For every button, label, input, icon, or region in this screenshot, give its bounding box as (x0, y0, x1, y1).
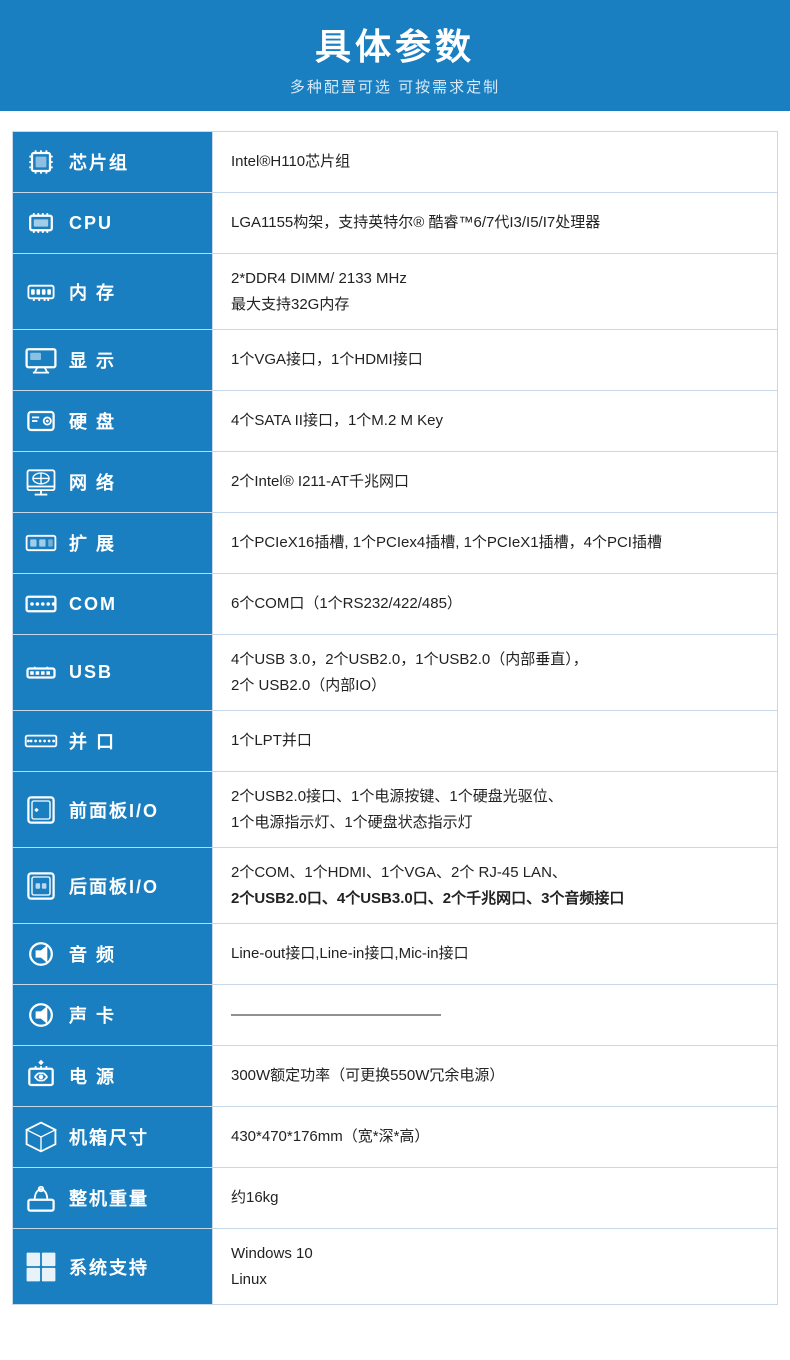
table-row: 系统支持 Windows 10Linux (13, 1229, 778, 1305)
table-row: CPU LGA1155构架，支持英特尔® 酷睿™6/7代I3/I5/I7处理器 (13, 193, 778, 254)
label-text-power: 电 源 (69, 1063, 116, 1089)
table-row: 显 示 1个VGA接口，1个HDMI接口 (13, 330, 778, 391)
value-cell-chassis: 430*470*176mm（宽*深*高） (213, 1107, 778, 1168)
table-row: 并 口 1个LPT并口 (13, 711, 778, 772)
table-row: 电 源 300W额定功率（可更换550W冗余电源） (13, 1046, 778, 1107)
label-cell-sound-card: 声 卡 (13, 985, 213, 1046)
value-cell-chipset: Intel®H110芯片组 (213, 132, 778, 193)
specs-table: 芯片组 Intel®H110芯片组 CPU LGA1155构架，支持英特尔® 酷睿™6… (12, 131, 778, 1305)
value-cell-weight: 约16kg (213, 1168, 778, 1229)
label-text-audio: 音 频 (69, 941, 116, 967)
com-icon (21, 584, 61, 624)
label-text-sound-card: 声 卡 (69, 1002, 116, 1028)
specs-table-wrap: 芯片组 Intel®H110芯片组 CPU LGA1155构架，支持英特尔® 酷睿™6… (0, 111, 790, 1325)
table-row: 后面板I/O 2个COM、1个HDMI、1个VGA、2个 RJ-45 LAN、2个… (13, 848, 778, 924)
label-cell-memory: 内 存 (13, 254, 213, 330)
label-cell-power: 电 源 (13, 1046, 213, 1107)
os-icon (21, 1247, 61, 1287)
chassis-icon (21, 1117, 61, 1157)
label-text-cpu: CPU (69, 213, 113, 234)
value-cell-expansion: 1个PCIeX16插槽, 1个PCIex4插槽, 1个PCIeX1插槽，4个PC… (213, 513, 778, 574)
display-icon (21, 340, 61, 380)
label-text-rear-io: 后面板I/O (69, 873, 159, 899)
weight-icon (21, 1178, 61, 1218)
label-text-network: 网 络 (69, 469, 116, 495)
front-io-icon (21, 790, 61, 830)
value-cell-audio: Line-out接口,Line-in接口,Mic-in接口 (213, 924, 778, 985)
label-cell-chassis: 机箱尺寸 (13, 1107, 213, 1168)
value-cell-cpu: LGA1155构架，支持英特尔® 酷睿™6/7代I3/I5/I7处理器 (213, 193, 778, 254)
value-cell-com: 6个COM口（1个RS232/422/485） (213, 574, 778, 635)
rear-io-icon (21, 866, 61, 906)
label-cell-front-io: 前面板I/O (13, 772, 213, 848)
table-row: 芯片组 Intel®H110芯片组 (13, 132, 778, 193)
value-cell-hdd: 4个SATA II接口，1个M.2 M Key (213, 391, 778, 452)
label-text-front-io: 前面板I/O (69, 797, 159, 823)
table-row: 硬 盘 4个SATA II接口，1个M.2 M Key (13, 391, 778, 452)
label-text-parallel: 并 口 (69, 728, 116, 754)
table-row: 声 卡 —————————————— (13, 985, 778, 1046)
value-cell-power: 300W额定功率（可更换550W冗余电源） (213, 1046, 778, 1107)
header: 具体参数 多种配置可选 可按需求定制 (0, 0, 790, 111)
label-text-weight: 整机重量 (69, 1185, 149, 1211)
label-text-com: COM (69, 594, 117, 615)
label-text-usb: USB (69, 662, 113, 683)
label-cell-network: 网 络 (13, 452, 213, 513)
label-cell-os: 系统支持 (13, 1229, 213, 1305)
table-row: 内 存 2*DDR4 DIMM/ 2133 MHz最大支持32G内存 (13, 254, 778, 330)
table-row: 前面板I/O 2个USB2.0接口、1个电源按键、1个硬盘光驱位、1个电源指示灯、… (13, 772, 778, 848)
label-cell-audio: 音 频 (13, 924, 213, 985)
value-cell-display: 1个VGA接口，1个HDMI接口 (213, 330, 778, 391)
hdd-icon (21, 401, 61, 441)
value-cell-front-io: 2个USB2.0接口、1个电源按键、1个硬盘光驱位、1个电源指示灯、1个硬盘状态… (213, 772, 778, 848)
label-cell-rear-io: 后面板I/O (13, 848, 213, 924)
label-cell-cpu: CPU (13, 193, 213, 254)
value-cell-parallel: 1个LPT并口 (213, 711, 778, 772)
label-text-os: 系统支持 (69, 1254, 149, 1280)
label-text-memory: 内 存 (69, 279, 116, 305)
chipset-icon (21, 142, 61, 182)
cpu-icon (21, 203, 61, 243)
table-row: COM 6个COM口（1个RS232/422/485） (13, 574, 778, 635)
network-icon (21, 462, 61, 502)
table-row: USB 4个USB 3.0，2个USB2.0，1个USB2.0（内部垂直），2个 … (13, 635, 778, 711)
value-cell-usb: 4个USB 3.0，2个USB2.0，1个USB2.0（内部垂直），2个 USB… (213, 635, 778, 711)
value-cell-os: Windows 10Linux (213, 1229, 778, 1305)
table-row: 整机重量 约16kg (13, 1168, 778, 1229)
value-cell-rear-io: 2个COM、1个HDMI、1个VGA、2个 RJ-45 LAN、2个USB2.0… (213, 848, 778, 924)
label-text-chassis: 机箱尺寸 (69, 1124, 149, 1150)
audio-icon (21, 934, 61, 974)
expansion-icon (21, 523, 61, 563)
label-text-chipset: 芯片组 (69, 149, 129, 175)
page-title: 具体参数 (0, 18, 790, 70)
label-cell-parallel: 并 口 (13, 711, 213, 772)
label-text-display: 显 示 (69, 347, 116, 373)
value-cell-memory: 2*DDR4 DIMM/ 2133 MHz最大支持32G内存 (213, 254, 778, 330)
label-cell-hdd: 硬 盘 (13, 391, 213, 452)
usb-icon (21, 653, 61, 693)
table-row: 网 络 2个Intel® I211-AT千兆网口 (13, 452, 778, 513)
label-cell-display: 显 示 (13, 330, 213, 391)
label-text-hdd: 硬 盘 (69, 408, 116, 434)
label-text-expansion: 扩 展 (69, 530, 116, 556)
sound-card-icon (21, 995, 61, 1035)
power-icon (21, 1056, 61, 1096)
page-subtitle: 多种配置可选 可按需求定制 (0, 76, 790, 97)
table-row: 扩 展 1个PCIeX16插槽, 1个PCIex4插槽, 1个PCIeX1插槽，4… (13, 513, 778, 574)
label-cell-weight: 整机重量 (13, 1168, 213, 1229)
memory-icon (21, 272, 61, 312)
label-cell-chipset: 芯片组 (13, 132, 213, 193)
label-cell-usb: USB (13, 635, 213, 711)
parallel-icon (21, 721, 61, 761)
value-cell-network: 2个Intel® I211-AT千兆网口 (213, 452, 778, 513)
table-row: 机箱尺寸 430*470*176mm（宽*深*高） (13, 1107, 778, 1168)
label-cell-com: COM (13, 574, 213, 635)
value-cell-sound-card: —————————————— (213, 985, 778, 1046)
label-cell-expansion: 扩 展 (13, 513, 213, 574)
table-row: 音 频 Line-out接口,Line-in接口,Mic-in接口 (13, 924, 778, 985)
